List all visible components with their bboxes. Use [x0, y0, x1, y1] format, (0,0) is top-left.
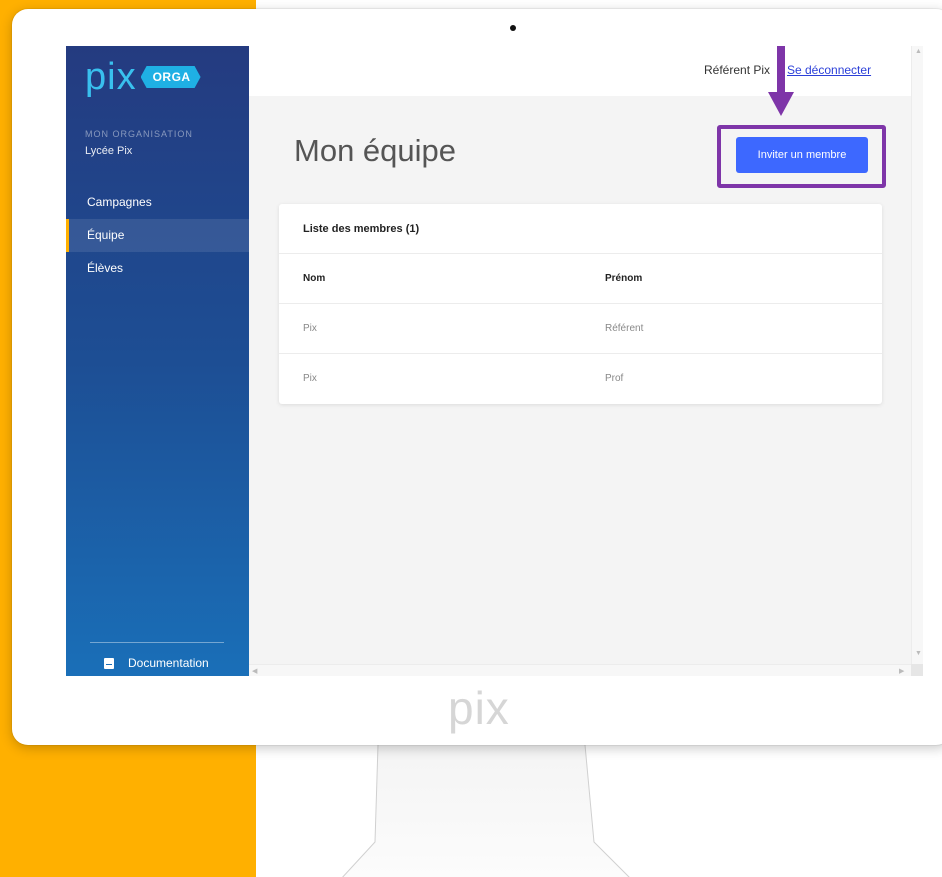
camera-dot — [510, 25, 516, 31]
column-header-nom: Nom — [303, 273, 326, 284]
pix-orga-logo[interactable]: pix ORGA — [85, 58, 201, 96]
topbar: Référent Pix Se déconnecter — [249, 46, 911, 96]
logout-link[interactable]: Se déconnecter — [787, 63, 871, 77]
book-icon — [104, 657, 114, 669]
members-list-card: Liste des membres (1) Nom Prénom Pix Réf… — [279, 204, 882, 404]
monitor-brand-logo: pix — [448, 682, 510, 734]
sidebar-item-eleves[interactable]: Élèves — [66, 252, 249, 285]
scroll-left-icon[interactable]: ◀ — [252, 667, 257, 675]
vertical-scrollbar[interactable]: ▲ ▼ — [911, 46, 923, 664]
page-title: Mon équipe — [294, 133, 457, 168]
scrollbar-corner — [911, 664, 923, 676]
members-list-title: Liste des membres (1) — [279, 204, 882, 254]
scroll-up-icon[interactable]: ▲ — [915, 48, 922, 55]
sidebar-divider — [90, 642, 224, 643]
sidebar: pix ORGA MON ORGANISATION Lycée Pix Camp… — [66, 46, 249, 676]
member-nom: Pix — [303, 323, 317, 334]
pointer-arrow-icon — [768, 92, 794, 116]
scroll-down-icon[interactable]: ▼ — [915, 650, 922, 657]
logo-pix-text: pix — [85, 56, 137, 98]
pointer-arrow-shaft — [777, 46, 785, 93]
logo-orga-badge: ORGA — [140, 66, 201, 88]
column-header-prenom: Prénom — [605, 273, 643, 284]
sidebar-item-campagnes[interactable]: Campagnes — [66, 186, 249, 219]
user-name: Référent Pix — [704, 63, 771, 77]
scroll-right-icon[interactable]: ▶ — [899, 667, 904, 675]
member-prenom: Prof — [605, 373, 624, 384]
sidebar-item-equipe[interactable]: Équipe — [66, 219, 249, 252]
monitor-stand-outline — [342, 745, 630, 877]
horizontal-scrollbar[interactable]: ◀ ▶ — [249, 664, 923, 676]
organization-name: Lycée Pix — [85, 145, 133, 157]
organization-label: MON ORGANISATION — [85, 129, 193, 139]
documentation-link[interactable]: Documentation — [104, 656, 209, 670]
table-row: Pix Référent — [279, 304, 882, 354]
app-screen: pix ORGA MON ORGANISATION Lycée Pix Camp… — [66, 46, 923, 676]
member-prenom: Référent — [605, 323, 644, 334]
monitor-frame: pix pix ORGA MON ORGANISATION Lycée Pix … — [12, 9, 942, 745]
member-nom: Pix — [303, 373, 317, 384]
table-row: Pix Prof — [279, 354, 882, 404]
documentation-label: Documentation — [128, 656, 209, 670]
invite-member-button[interactable]: Inviter un membre — [736, 137, 868, 173]
sidebar-nav: Campagnes Équipe Élèves — [66, 186, 249, 285]
table-header-row: Nom Prénom — [279, 254, 882, 304]
